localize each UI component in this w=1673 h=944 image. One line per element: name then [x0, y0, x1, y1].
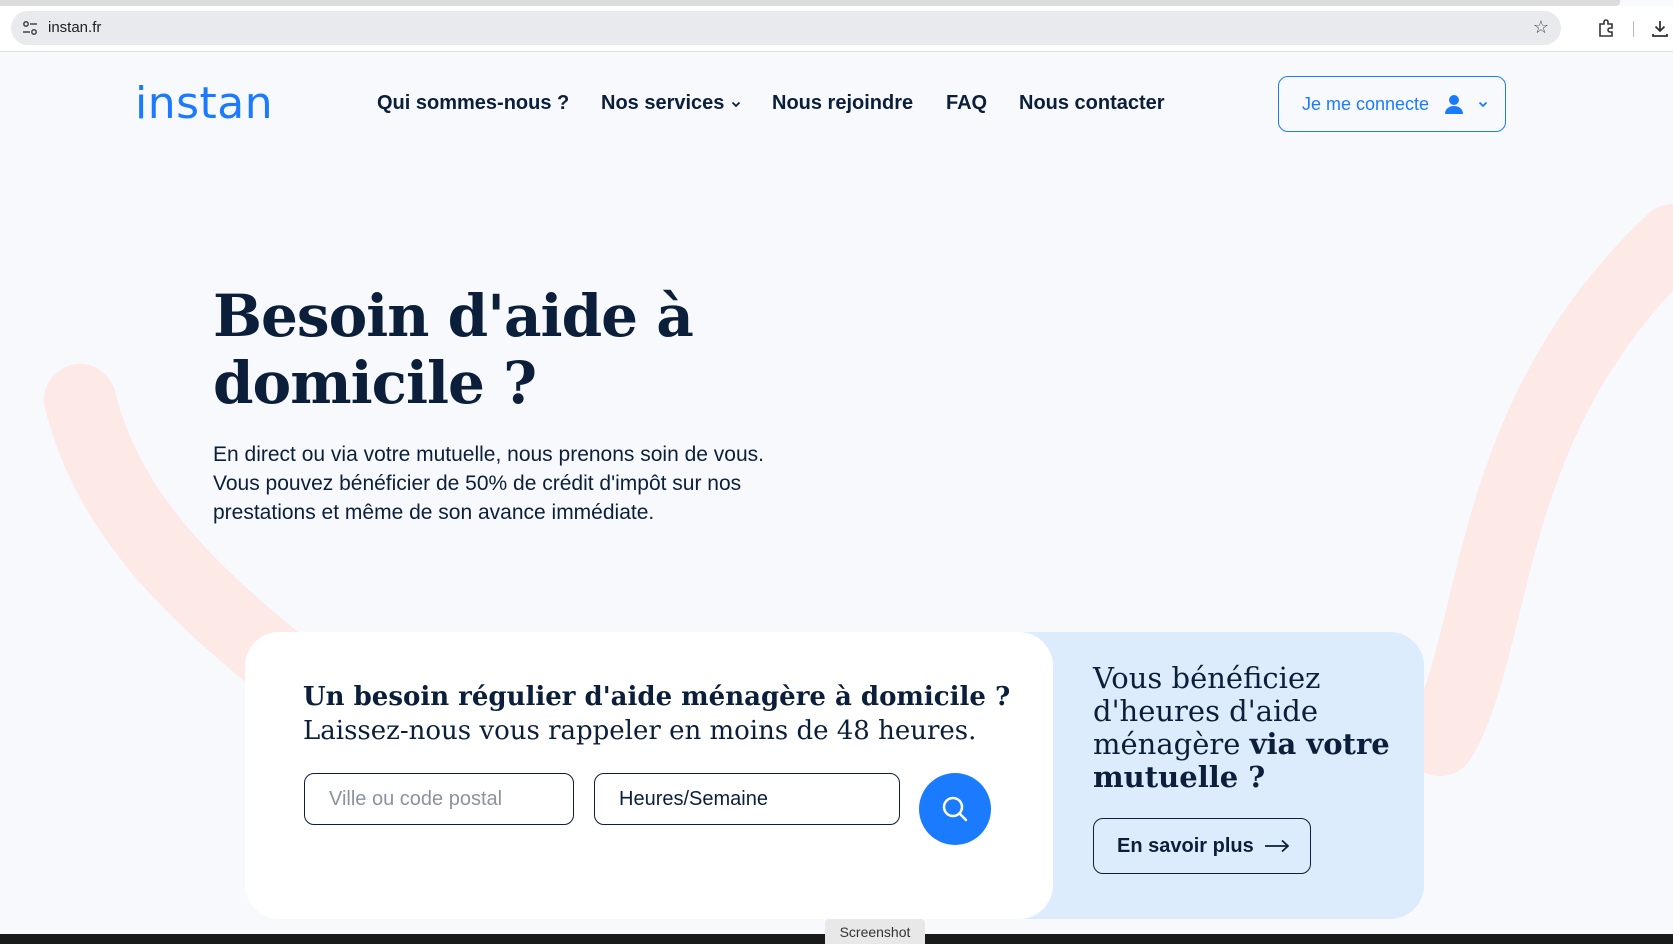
nav-nous-rejoindre[interactable]: Nous rejoindre: [772, 92, 913, 115]
star-icon[interactable]: ☆: [1533, 17, 1549, 38]
nav-nos-services[interactable]: Nos services: [601, 92, 742, 115]
learn-more-button[interactable]: En savoir plus: [1093, 818, 1311, 874]
search-card-subtitle: Laissez-nous vous rappeler en moins de 4…: [303, 716, 977, 746]
chevron-down-icon: [1478, 101, 1488, 108]
login-label: Je me connecte: [1302, 93, 1430, 114]
search-card-title: Un besoin régulier d'aide ménagère à dom…: [303, 682, 1011, 712]
browser-toolbar: instan.fr ☆: [0, 6, 1673, 52]
nav-faq[interactable]: FAQ: [946, 92, 987, 115]
learn-more-label: En savoir plus: [1117, 834, 1254, 857]
site-settings-icon[interactable]: [21, 19, 39, 37]
hours-select-value: Heures/Semaine: [619, 787, 768, 810]
search-icon: [942, 796, 968, 822]
chevron-down-icon: [732, 101, 741, 107]
nav-nos-services-label: Nos services: [601, 92, 725, 114]
login-button[interactable]: Je me connecte: [1278, 76, 1506, 132]
url-text[interactable]: instan.fr: [48, 19, 101, 36]
nav-nous-contacter[interactable]: Nous contacter: [1019, 92, 1165, 115]
user-icon: [1445, 95, 1464, 114]
extensions-icon[interactable]: [1596, 18, 1616, 38]
download-icon[interactable]: [1650, 18, 1670, 38]
mutuelle-card-title: Vous bénéficiez d'heures d'aide ménagère…: [1093, 662, 1393, 794]
screenshot-tag[interactable]: Screenshot: [825, 919, 925, 944]
search-button[interactable]: [919, 773, 991, 845]
city-input[interactable]: [304, 773, 574, 825]
instan-logo[interactable]: instan: [135, 78, 273, 129]
hours-select[interactable]: Heures/Semaine: [594, 773, 900, 825]
arrow-right-icon: [1264, 839, 1290, 853]
hero-title: Besoin d'aide à domicile ?: [213, 282, 694, 417]
address-bar[interactable]: instan.fr ☆: [11, 11, 1561, 45]
toolbar-divider: [1633, 21, 1634, 37]
nav-qui-sommes-nous[interactable]: Qui sommes-nous ?: [377, 92, 569, 115]
hero-text: En direct ou via votre mutuelle, nous pr…: [213, 443, 764, 524]
